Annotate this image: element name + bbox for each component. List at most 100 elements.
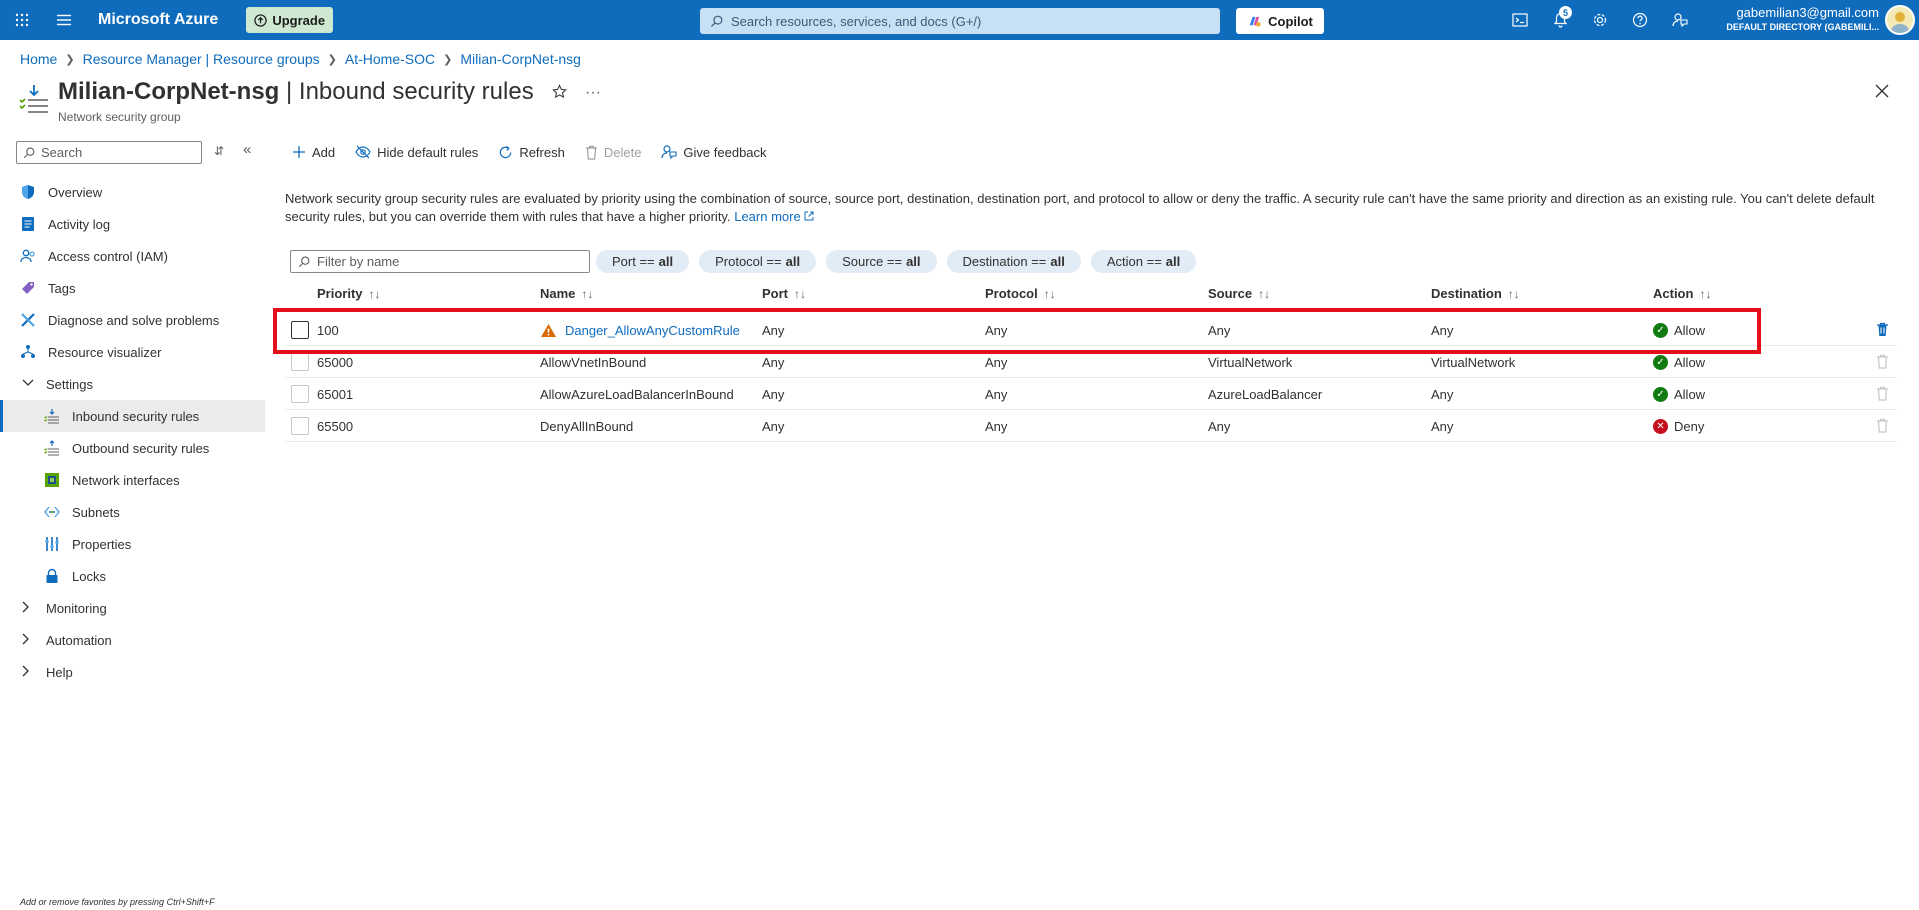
rules-table-header: Priority ↑↓ Name ↑↓ Port ↑↓ Protocol ↑↓ Sour…: [285, 286, 1897, 304]
subnet-icon: [44, 504, 60, 520]
refresh-label: Refresh: [519, 144, 565, 160]
resource-name: Milian-CorpNet-nsg: [58, 78, 280, 105]
help-icon[interactable]: [1620, 0, 1660, 40]
sidebar-item-label: Settings: [46, 376, 93, 392]
sidebar-item-inbound-rules[interactable]: Inbound security rules: [0, 400, 265, 432]
warning-icon: [541, 323, 556, 337]
delete-button[interactable]: Delete: [585, 145, 641, 160]
sidebar-group-help[interactable]: Help: [0, 656, 265, 688]
lock-icon: [44, 568, 60, 584]
destination-cell: Any: [1431, 386, 1454, 402]
refresh-button[interactable]: Refresh: [498, 145, 565, 160]
action-cell: ✓ Allow: [1653, 378, 1705, 410]
account-menu[interactable]: gabemilian3@gmail.com DEFAULT DIRECTORY …: [1726, 6, 1879, 34]
table-row[interactable]: 100 Danger_AllowAnyCustomRule Any Any An…: [285, 314, 1897, 346]
protocol-cell: Any: [985, 322, 1008, 338]
cloud-shell-icon[interactable]: [1500, 0, 1540, 40]
source-filter-pill[interactable]: Source == all: [826, 250, 937, 273]
copilot-icon: [1249, 16, 1261, 27]
protocol-filter-pill[interactable]: Protocol == all: [699, 250, 817, 273]
sidebar-group-settings[interactable]: Settings: [0, 368, 265, 400]
sidebar-item-properties[interactable]: Properties: [0, 528, 265, 560]
filter-by-name-input[interactable]: Filter by name: [290, 250, 590, 273]
column-header-priority[interactable]: Priority ↑↓: [317, 286, 381, 301]
sidebar-item-outbound-rules[interactable]: Outbound security rules: [0, 432, 265, 464]
close-icon[interactable]: [1875, 84, 1889, 101]
feedback-person-icon[interactable]: [1660, 0, 1700, 40]
checkbox[interactable]: [291, 417, 309, 435]
learn-more-link[interactable]: Learn more: [734, 209, 814, 224]
name-cell: AllowVnetInBound: [540, 354, 647, 370]
hide-default-rules-button[interactable]: Hide default rules: [355, 145, 478, 160]
source-cell: Any: [1208, 418, 1231, 434]
sidebar-expand-icon[interactable]: ⇵: [214, 144, 224, 158]
brand-title[interactable]: Microsoft Azure: [98, 11, 218, 29]
notifications-icon[interactable]: 5: [1540, 0, 1580, 40]
table-row[interactable]: 65500 DenyAllInBound Any Any Any Any ✕ De…: [285, 410, 1897, 442]
column-header-port[interactable]: Port ↑↓: [762, 286, 806, 301]
favorite-star-icon[interactable]: [552, 84, 567, 102]
pill-value: all: [906, 254, 921, 269]
add-button[interactable]: Add: [292, 145, 335, 160]
sidebar-item-overview[interactable]: Overview: [0, 176, 265, 208]
sidebar-item-activity-log[interactable]: Activity log: [0, 208, 265, 240]
check-circle-icon: ✓: [1653, 322, 1668, 338]
breadcrumb-resource[interactable]: Milian-CorpNet-nsg: [460, 51, 581, 67]
search-icon: [298, 256, 310, 267]
delete-row-icon[interactable]: [1876, 322, 1889, 340]
destination-filter-pill[interactable]: Destination == all: [946, 250, 1081, 273]
port-filter-pill[interactable]: Port == all: [596, 250, 690, 273]
column-label: Source: [1208, 286, 1253, 301]
checkbox[interactable]: [291, 353, 309, 371]
sidebar-item-tags[interactable]: Tags: [0, 272, 265, 304]
properties-icon: [44, 536, 60, 552]
sidebar-item-network-interfaces[interactable]: Network interfaces: [0, 464, 265, 496]
sidebar-item-diagnose[interactable]: Diagnose and solve problems: [0, 304, 265, 336]
row-checkbox[interactable]: [291, 314, 309, 346]
pill-value: all: [785, 254, 801, 269]
checkbox[interactable]: [291, 321, 309, 339]
copilot-button[interactable]: Copilot: [1236, 8, 1324, 34]
sidebar-item-locks[interactable]: Locks: [0, 560, 265, 592]
more-options-icon[interactable]: ···: [585, 84, 601, 102]
sidebar-item-label: Inbound security rules: [72, 408, 200, 424]
resource-type-subtitle: Network security group: [58, 110, 181, 124]
chevron-right-icon: ❯: [443, 53, 453, 66]
breadcrumb-home[interactable]: Home: [20, 51, 57, 67]
action-filter-pill[interactable]: Action == all: [1090, 250, 1197, 273]
breadcrumb-resource-group[interactable]: At-Home-SOC: [345, 51, 435, 67]
settings-gear-icon[interactable]: [1580, 0, 1620, 40]
rule-name-link[interactable]: Danger_AllowAnyCustomRule: [565, 323, 740, 338]
column-header-name[interactable]: Name ↑↓: [540, 286, 593, 301]
action-cell: ✓ Allow: [1653, 346, 1705, 378]
give-feedback-button[interactable]: Give feedback: [661, 144, 767, 160]
portal-menu-icon[interactable]: [44, 0, 84, 40]
table-row[interactable]: 65001 AllowAzureLoadBalancerInBound Any …: [285, 378, 1897, 410]
sidebar-search-input[interactable]: Search: [16, 141, 202, 164]
column-header-action[interactable]: Action ↑↓: [1653, 286, 1711, 301]
table-row[interactable]: 65000 AllowVnetInBound Any Any VirtualNe…: [285, 346, 1897, 378]
sidebar-item-access-control[interactable]: Access control (IAM): [0, 240, 265, 272]
collapse-sidebar-icon[interactable]: «: [243, 141, 251, 158]
avatar[interactable]: [1885, 5, 1915, 35]
checkbox[interactable]: [291, 385, 309, 403]
app-launcher-icon[interactable]: [0, 0, 44, 40]
pill-key: Destination ==: [962, 254, 1047, 269]
sidebar-group-monitoring[interactable]: Monitoring: [0, 592, 265, 624]
chevron-right-icon: [22, 601, 34, 616]
column-header-destination[interactable]: Destination ↑↓: [1431, 286, 1520, 301]
search-icon: [23, 147, 35, 158]
column-header-protocol[interactable]: Protocol ↑↓: [985, 286, 1056, 301]
external-link-icon: [804, 211, 814, 221]
row-checkbox[interactable]: [291, 346, 309, 378]
sidebar-item-resource-visualizer[interactable]: Resource visualizer: [0, 336, 265, 368]
row-checkbox[interactable]: [291, 378, 309, 410]
breadcrumb-resource-groups[interactable]: Resource Manager | Resource groups: [83, 51, 320, 67]
column-header-source[interactable]: Source ↑↓: [1208, 286, 1270, 301]
sidebar-item-subnets[interactable]: Subnets: [0, 496, 265, 528]
global-search-input[interactable]: Search resources, services, and docs (G+…: [700, 8, 1220, 34]
sidebar-group-automation[interactable]: Automation: [0, 624, 265, 656]
upgrade-button[interactable]: Upgrade: [246, 7, 334, 33]
row-checkbox[interactable]: [291, 410, 309, 442]
shield-icon: [20, 184, 36, 200]
